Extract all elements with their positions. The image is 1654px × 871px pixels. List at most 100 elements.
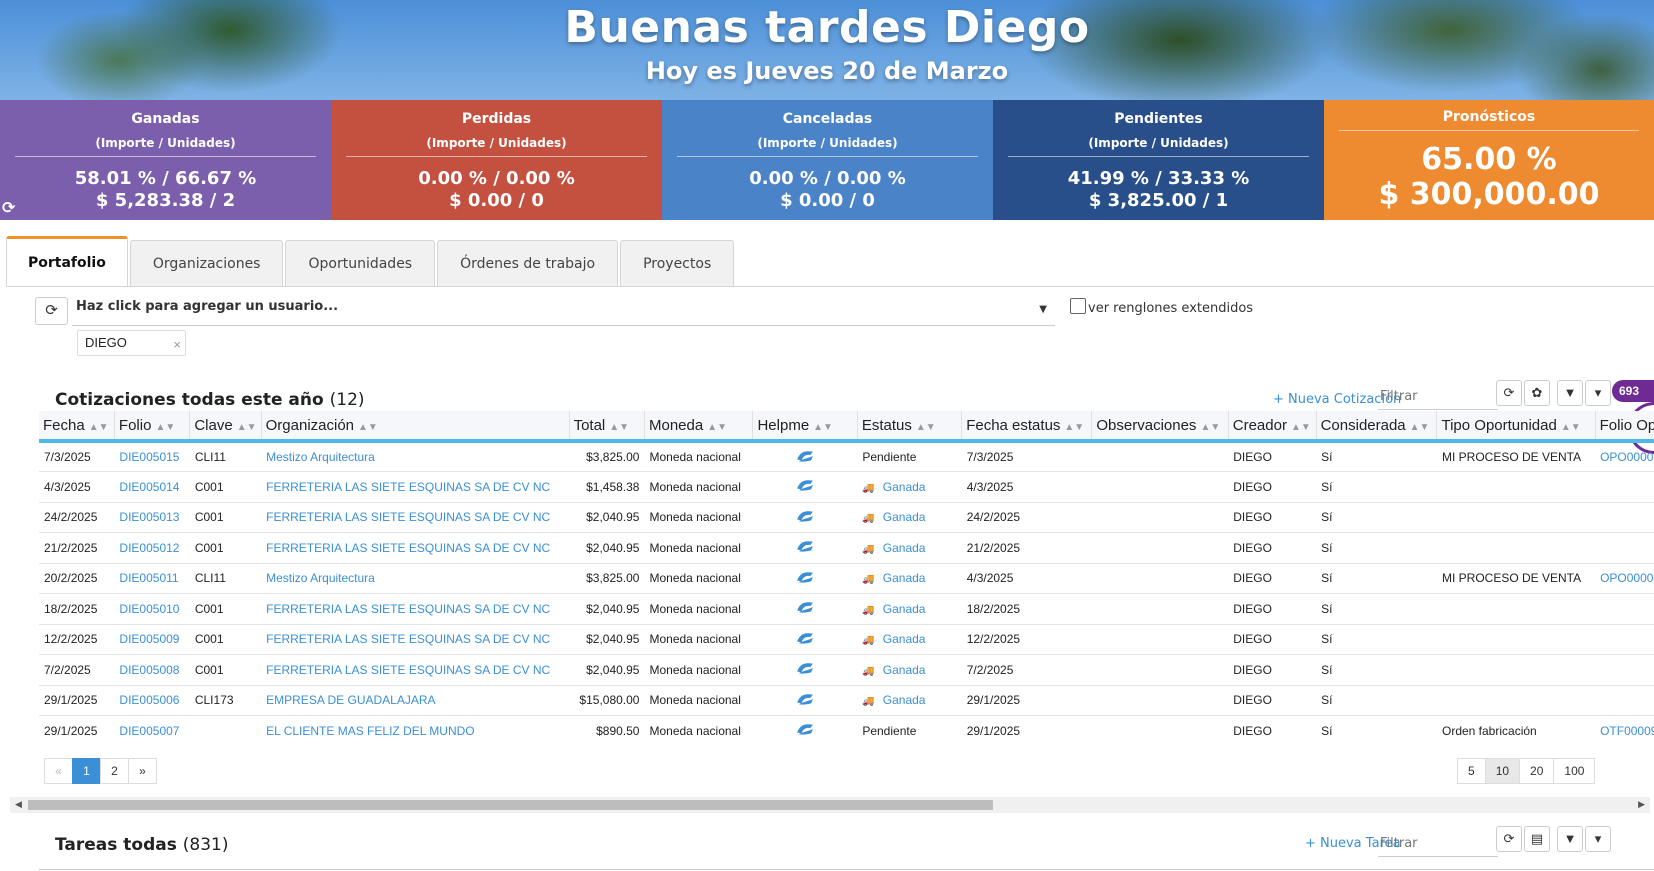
table-row[interactable]: 20/2/2025 DIE005011 CLI11 Mestizo Arquitect… [39, 563, 1654, 594]
refresh-button[interactable]: ⟳ [1496, 380, 1522, 406]
cell-folio[interactable]: DIE005012 [114, 532, 190, 564]
close-icon[interactable]: × [173, 337, 181, 352]
cell-helpme[interactable] [752, 654, 858, 686]
col-header-fecha[interactable]: Fecha ▲▼ [39, 411, 115, 443]
cell-folio[interactable]: DIE005014 [114, 471, 190, 503]
tab-ordenes-de-trabajo[interactable]: Órdenes de trabajo [437, 240, 619, 286]
col-header-folio-oportunidad[interactable]: Folio Opor [1595, 411, 1654, 443]
cell-organizacion[interactable]: FERRETERIA LAS SIETE ESQUINAS SA DE CV N… [261, 654, 570, 686]
tab-proyectos[interactable]: Proyectos [620, 240, 735, 286]
col-header-creador[interactable]: Creador ▲▼ [1228, 411, 1317, 443]
helpme-icon[interactable] [795, 449, 815, 463]
table-row[interactable]: 18/2/2025 DIE005010 C001 FERRETERIA LAS SIE… [39, 593, 1654, 625]
tab-portafolio[interactable]: Portafolio [6, 236, 128, 287]
cell-helpme[interactable] [752, 715, 858, 737]
cell-organizacion[interactable]: EL CLIENTE MAS FELIZ DEL MUNDO [261, 715, 570, 737]
cell-folio[interactable]: DIE005008 [114, 654, 190, 686]
scrollbar-thumb[interactable] [28, 800, 993, 810]
page-size-10[interactable]: 10 [1484, 758, 1521, 784]
helpme-icon[interactable] [795, 570, 815, 584]
more-options-button[interactable]: ▾ [1585, 380, 1611, 406]
table-row[interactable]: 12/2/2025 DIE005009 C001 FERRETERIA LAS SIE… [39, 624, 1654, 655]
cell-folio-oportunidad[interactable] [1595, 685, 1654, 716]
filter-button[interactable]: ▼ [1557, 380, 1583, 406]
cell-folio[interactable]: DIE005013 [114, 502, 190, 533]
cell-helpme[interactable] [752, 471, 858, 503]
cell-organizacion[interactable]: FERRETERIA LAS SIETE ESQUINAS SA DE CV N… [261, 624, 570, 655]
col-header-helpme[interactable]: Helpme ▲▼ [752, 411, 858, 443]
cell-helpme[interactable] [752, 624, 858, 655]
cell-folio-oportunidad[interactable]: OPO000021 [1595, 441, 1654, 472]
tab-organizaciones[interactable]: Organizaciones [129, 240, 284, 286]
helpme-icon[interactable] [795, 600, 815, 614]
cell-helpme[interactable] [752, 685, 858, 716]
refresh-users-button[interactable]: ⟳ [35, 297, 68, 325]
stat-card-ganadas[interactable]: Ganadas (Importe / Unidades) 58.01 % / 6… [0, 100, 331, 220]
col-header-total[interactable]: Total ▲▼ [569, 411, 645, 443]
col-header-tipo-oportunidad[interactable]: Tipo Oportunidad ▲▼ [1436, 411, 1596, 443]
ai-button[interactable]: ✿ [1524, 380, 1550, 406]
extended-rows-checkbox[interactable] [1070, 298, 1086, 314]
page-2-button[interactable]: 2 [100, 758, 129, 784]
table-row[interactable]: 7/3/2025 DIE005015 CLI11 Mestizo Arquitectu… [39, 441, 1654, 472]
cell-organizacion[interactable]: FERRETERIA LAS SIETE ESQUINAS SA DE CV N… [261, 502, 570, 533]
col-header-clave[interactable]: Clave ▲▼ [189, 411, 262, 443]
cell-folio[interactable]: DIE005009 [114, 624, 190, 655]
notification-badge[interactable]: 693 [1612, 380, 1654, 402]
cell-folio-oportunidad[interactable] [1595, 593, 1654, 625]
page-size-100[interactable]: 100 [1553, 758, 1596, 784]
cell-folio-oportunidad[interactable] [1595, 624, 1654, 655]
cell-organizacion[interactable]: Mestizo Arquitectura [261, 441, 570, 472]
cell-organizacion[interactable]: FERRETERIA LAS SIETE ESQUINAS SA DE CV N… [261, 593, 570, 625]
cell-folio[interactable]: DIE005010 [114, 593, 190, 625]
user-select[interactable]: Haz click para agregar un usuario... ▼ [72, 296, 1055, 326]
cell-helpme[interactable] [752, 593, 858, 625]
cell-folio[interactable]: DIE005006 [114, 685, 190, 716]
stat-card-pronosticos[interactable]: Pronósticos 65.00 % $ 300,000.00 [1324, 100, 1654, 220]
cell-folio-oportunidad[interactable]: OPO000021 [1595, 563, 1654, 594]
page-1-button[interactable]: 1 [72, 758, 101, 784]
prev-page-button[interactable]: « [44, 758, 73, 784]
helpme-icon[interactable] [795, 631, 815, 645]
col-header-folio[interactable]: Folio ▲▼ [114, 411, 191, 443]
cell-organizacion[interactable]: FERRETERIA LAS SIETE ESQUINAS SA DE CV N… [261, 471, 570, 503]
cell-folio-oportunidad[interactable] [1595, 654, 1654, 686]
table-row[interactable]: 21/2/2025 DIE005012 C001 FERRETERIA LAS SIE… [39, 532, 1654, 564]
cell-organizacion[interactable]: Mestizo Arquitectura [261, 563, 570, 594]
helpme-icon[interactable] [795, 539, 815, 553]
col-header-fecha-estatus[interactable]: Fecha estatus ▲▼ [961, 411, 1093, 443]
col-header-considerada[interactable]: Considerada ▲▼ [1316, 411, 1438, 443]
horizontal-scrollbar[interactable]: ◀ ▶ [10, 797, 1650, 813]
refresh-icon[interactable]: ⟳ [2, 198, 15, 217]
next-page-button[interactable]: » [128, 758, 157, 784]
scroll-left-icon[interactable]: ◀ [15, 799, 22, 810]
cell-folio-oportunidad[interactable] [1595, 502, 1654, 533]
cell-folio[interactable]: DIE005015 [114, 441, 190, 472]
filter-button[interactable]: ▼ [1557, 826, 1583, 852]
quotes-filter-input[interactable] [1378, 384, 1498, 410]
tasks-filter-input[interactable] [1378, 831, 1498, 857]
cell-helpme[interactable] [752, 532, 858, 564]
table-row[interactable]: 29/1/2025 DIE005007 EL CLIENTE MAS FELIZ D… [39, 715, 1654, 737]
refresh-button[interactable]: ⟳ [1496, 826, 1522, 852]
cell-folio[interactable]: DIE005007 [114, 715, 190, 737]
cell-organizacion[interactable]: EMPRESA DE GUADALAJARA [261, 685, 570, 716]
more-options-button[interactable]: ▾ [1585, 826, 1611, 852]
col-header-moneda[interactable]: Moneda ▲▼ [644, 411, 754, 443]
page-size-5[interactable]: 5 [1457, 758, 1486, 784]
helpme-icon[interactable] [795, 478, 815, 492]
cell-folio-oportunidad[interactable] [1595, 532, 1654, 564]
helpme-icon[interactable] [795, 661, 815, 675]
tab-oportunidades[interactable]: Oportunidades [285, 240, 436, 286]
cell-folio-oportunidad[interactable]: OTF000097 [1595, 715, 1654, 737]
cell-helpme[interactable] [752, 563, 858, 594]
table-row[interactable]: 29/1/2025 DIE005006 CLI173 EMPRESA DE GUADA… [39, 685, 1654, 716]
cell-helpme[interactable] [752, 502, 858, 533]
col-header-organizacion[interactable]: Organización ▲▼ [261, 411, 570, 443]
stat-card-canceladas[interactable]: Canceladas (Importe / Unidades) 0.00 % /… [662, 100, 993, 220]
table-row[interactable]: 4/3/2025 DIE005014 C001 FERRETERIA LAS SIET… [39, 471, 1654, 503]
cell-helpme[interactable] [752, 441, 858, 472]
stat-card-perdidas[interactable]: Perdidas (Importe / Unidades) 0.00 % / 0… [331, 100, 662, 220]
table-row[interactable]: 24/2/2025 DIE005013 C001 FERRETERIA LAS SIE… [39, 502, 1654, 533]
cell-folio-oportunidad[interactable] [1595, 471, 1654, 503]
